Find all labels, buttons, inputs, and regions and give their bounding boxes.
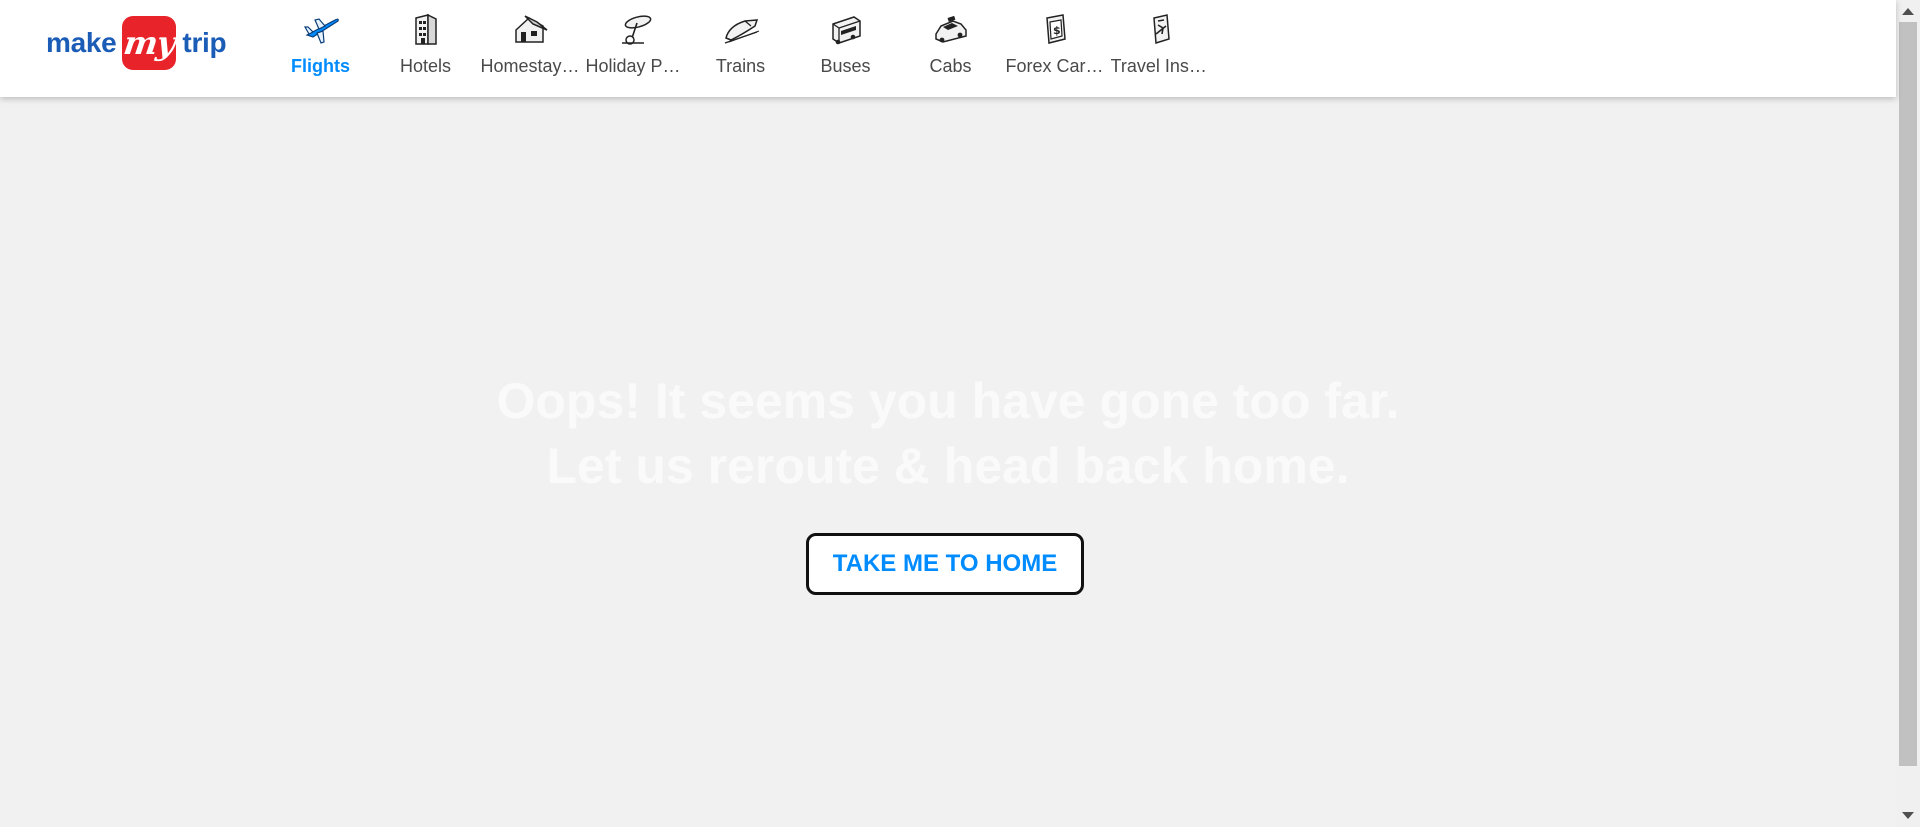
main-nav: Flights Hotels Homestays Holiday Pac Tra… [268, 0, 1213, 97]
nav-label-flights: Flights [291, 56, 350, 76]
trains-icon [724, 19, 759, 44]
nav-item-flights[interactable]: Flights [268, 0, 373, 97]
holiday-packages-icon [621, 15, 651, 45]
hotels-icon [414, 13, 437, 45]
nav-item-buses[interactable]: Buses [793, 0, 898, 97]
nav-label-travel-insurance: Travel Insurance [1110, 56, 1211, 76]
nav-item-hotels[interactable]: Hotels [373, 0, 478, 97]
logo-trip-text: trip [182, 26, 227, 58]
scrollbar-thumb[interactable] [1899, 22, 1917, 766]
nav-label-cabs: Cabs [929, 56, 972, 76]
nav-label-trains: Trains [715, 56, 766, 76]
nav-item-trains[interactable]: Trains [688, 0, 793, 97]
svg-text:$: $ [1053, 24, 1061, 37]
top-header: make my trip Flights Hotels Homestays Ho… [0, 0, 1896, 97]
error-headline-line2: Let us reroute & head back home. [546, 438, 1350, 494]
scroll-up-arrow-icon[interactable] [1902, 8, 1914, 15]
homestays-icon [514, 15, 547, 43]
travel-insurance-icon [1152, 14, 1170, 44]
makemytrip-logo[interactable]: make my trip [46, 15, 227, 70]
nav-label-holiday-packages: Holiday Packages [585, 56, 686, 76]
error-headline-line1: Oops! It seems you have gone too far. [496, 373, 1400, 429]
nav-label-forex: Forex Card & Currency [1005, 56, 1106, 76]
nav-item-travel-insurance[interactable]: Travel Insurance [1108, 0, 1213, 97]
nav-label-hotels: Hotels [399, 56, 452, 76]
cabs-icon [934, 15, 967, 43]
flights-icon [303, 18, 339, 44]
logo-make-text: make [46, 26, 117, 58]
take-me-home-button[interactable]: TAKE ME TO HOME [806, 533, 1084, 595]
scroll-down-arrow-icon[interactable] [1902, 812, 1914, 819]
nav-item-holiday-packages[interactable]: Holiday Packages [583, 0, 688, 97]
nav-label-buses: Buses [820, 56, 871, 76]
vertical-scrollbar[interactable] [1896, 0, 1920, 827]
forex-icon: $ [1045, 14, 1066, 44]
error-page-content: Oops! It seems you have gone too far. Le… [0, 97, 1896, 827]
error-headline: Oops! It seems you have gone too far. Le… [0, 369, 1896, 499]
nav-item-homestays[interactable]: Homestays & Villas [478, 0, 583, 97]
nav-item-cabs[interactable]: Cabs [898, 0, 1003, 97]
logo-my-text: my [121, 23, 178, 62]
logo-badge: my [121, 15, 178, 70]
nav-label-homestays: Homestays & Villas [480, 56, 581, 76]
buses-icon [831, 16, 861, 45]
nav-item-forex[interactable]: $ Forex Card & Currency [1003, 0, 1108, 97]
